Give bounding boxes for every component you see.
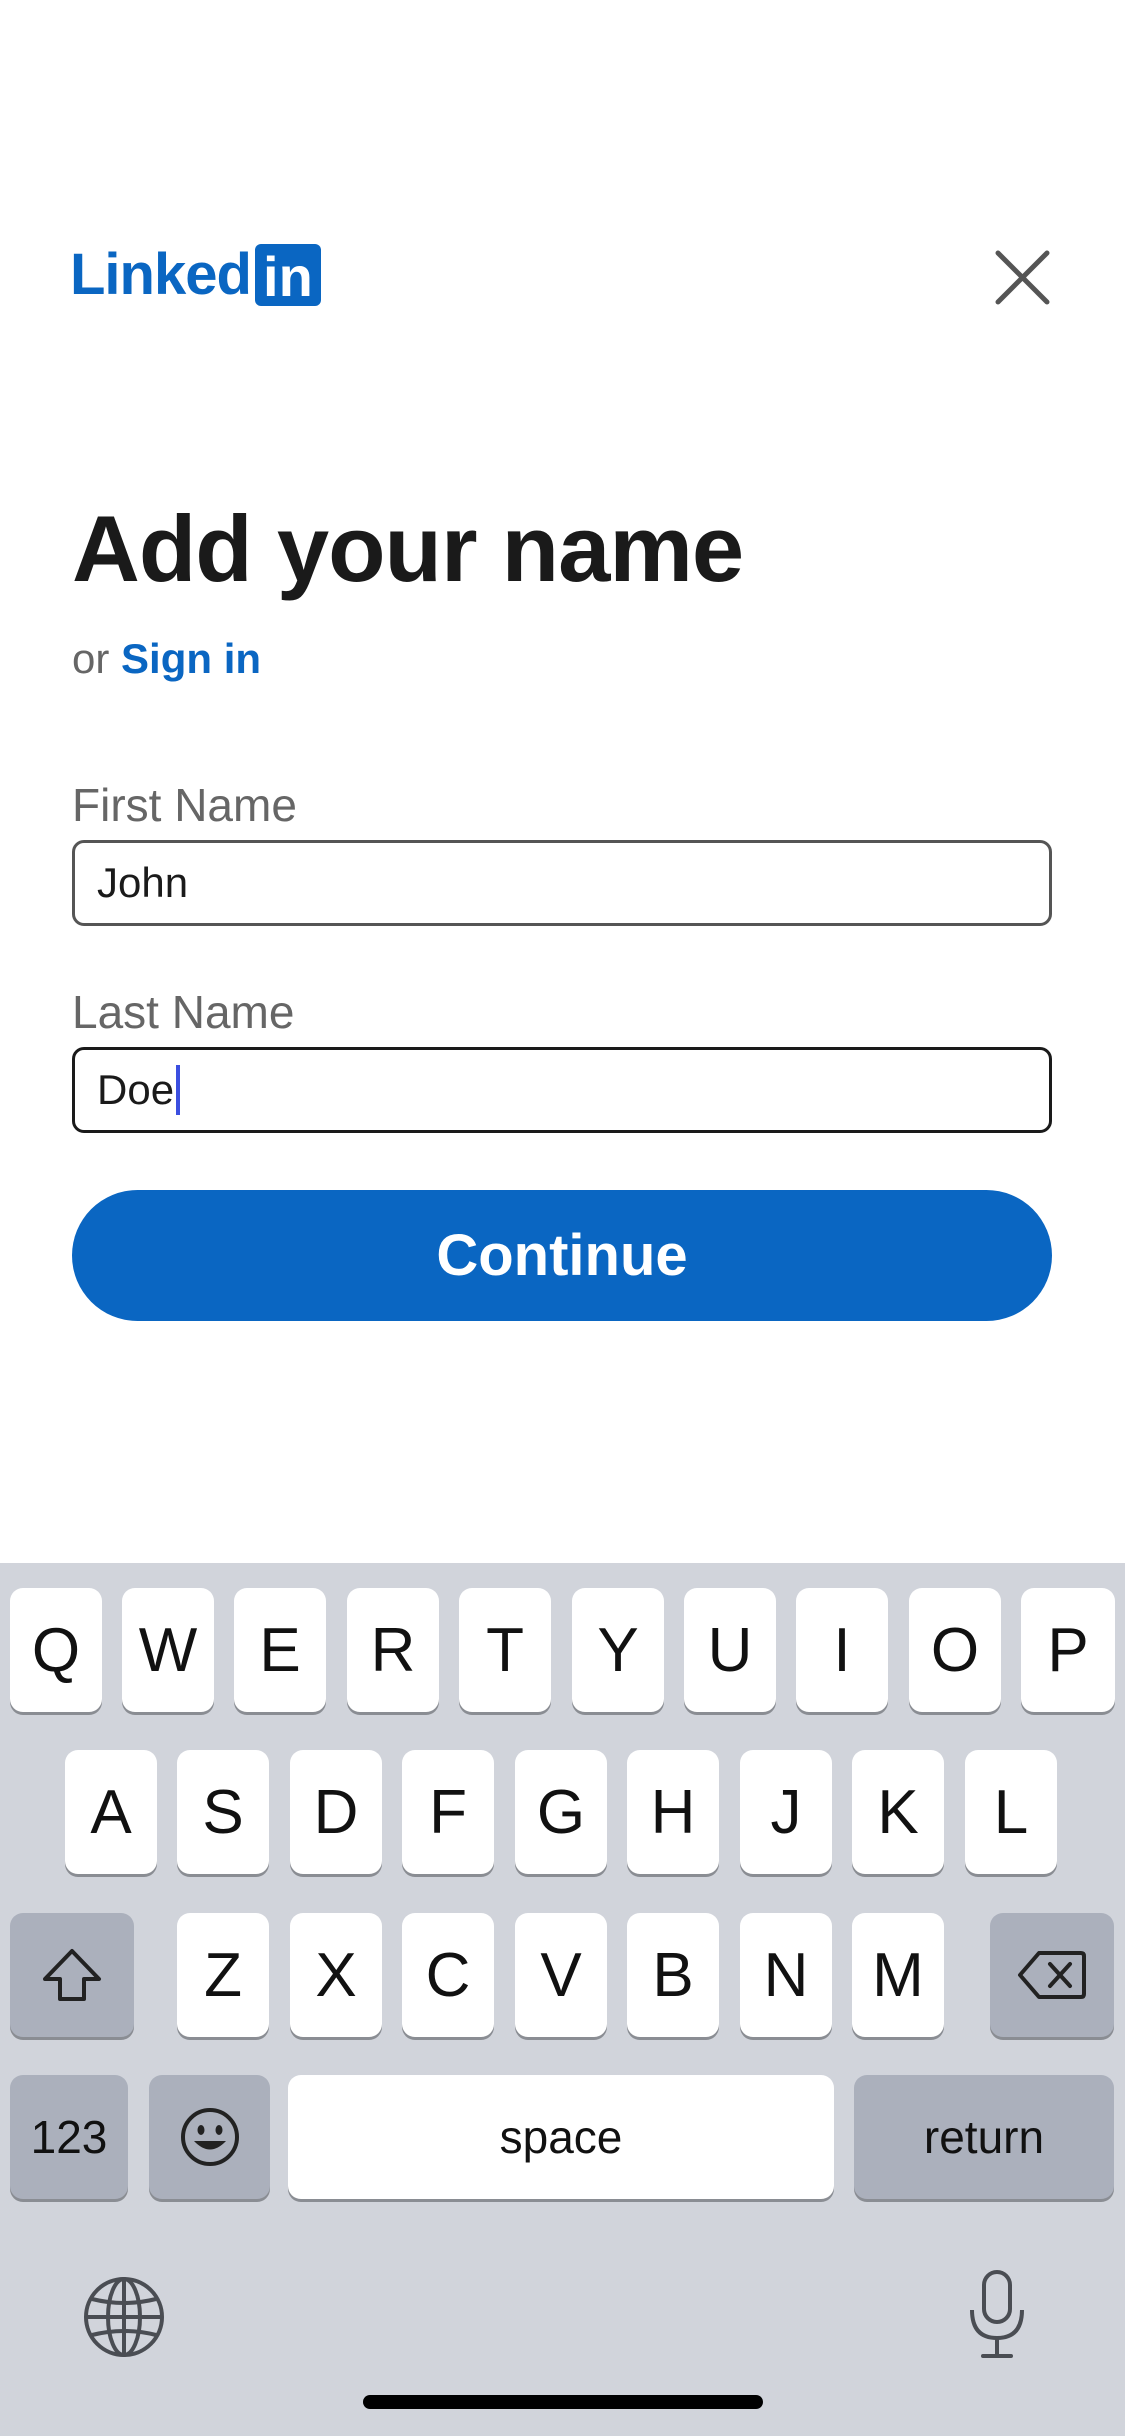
globe-icon xyxy=(84,2277,164,2357)
globe-button[interactable] xyxy=(82,2275,166,2359)
backspace-icon xyxy=(1018,1951,1086,1999)
key-r[interactable]: R xyxy=(347,1588,439,1712)
key-z[interactable]: Z xyxy=(177,1913,269,2037)
shift-icon xyxy=(43,1949,101,2001)
return-key[interactable]: return xyxy=(854,2075,1114,2199)
close-button[interactable] xyxy=(990,245,1055,310)
key-n[interactable]: N xyxy=(740,1913,832,2037)
close-icon xyxy=(995,250,1050,305)
key-y[interactable]: Y xyxy=(572,1588,664,1712)
key-e[interactable]: E xyxy=(234,1588,326,1712)
first-name-label: First Name xyxy=(72,779,297,831)
key-c[interactable]: C xyxy=(402,1913,494,2037)
shift-key[interactable] xyxy=(10,1913,134,2037)
emoji-icon xyxy=(180,2108,239,2166)
emoji-key[interactable] xyxy=(149,2075,270,2199)
key-o[interactable]: O xyxy=(909,1588,1001,1712)
key-b[interactable]: B xyxy=(627,1913,719,2037)
numbers-key[interactable]: 123 xyxy=(10,2075,128,2199)
sign-in-link[interactable]: Sign in xyxy=(121,635,261,682)
first-name-value: John xyxy=(97,859,189,906)
key-m[interactable]: M xyxy=(852,1913,944,2037)
key-j[interactable]: J xyxy=(740,1750,832,1874)
key-d[interactable]: D xyxy=(290,1750,382,1874)
or-text: or xyxy=(72,635,110,682)
key-x[interactable]: X xyxy=(290,1913,382,2037)
key-a[interactable]: A xyxy=(65,1750,157,1874)
last-name-label: Last Name xyxy=(72,986,295,1038)
keyboard: Q W E R T Y U I O P A S D F G H J K L Z … xyxy=(0,1563,1125,2436)
key-w[interactable]: W xyxy=(122,1588,214,1712)
key-f[interactable]: F xyxy=(402,1750,494,1874)
key-u[interactable]: U xyxy=(684,1588,776,1712)
key-i[interactable]: I xyxy=(796,1588,888,1712)
logo-in-box: in xyxy=(254,244,321,306)
key-q[interactable]: Q xyxy=(10,1588,102,1712)
key-v[interactable]: V xyxy=(515,1913,607,2037)
microphone-icon xyxy=(970,2270,1024,2358)
first-name-field[interactable]: John xyxy=(72,840,1052,926)
key-g[interactable]: G xyxy=(515,1750,607,1874)
key-k[interactable]: K xyxy=(852,1750,944,1874)
key-l[interactable]: L xyxy=(965,1750,1057,1874)
page-title: Add your name xyxy=(72,496,744,601)
last-name-field[interactable]: Doe xyxy=(72,1047,1052,1133)
continue-button[interactable]: Continue xyxy=(72,1190,1052,1321)
logo-wordmark: Linked xyxy=(70,242,252,307)
home-indicator xyxy=(363,2395,763,2409)
backspace-key[interactable] xyxy=(990,1913,1114,2037)
space-key[interactable]: space xyxy=(288,2075,834,2199)
key-h[interactable]: H xyxy=(627,1750,719,1874)
last-name-value: Doe xyxy=(97,1066,175,1113)
linkedin-logo: Linked in xyxy=(70,240,321,310)
microphone-button[interactable] xyxy=(965,2268,1029,2363)
key-s[interactable]: S xyxy=(177,1750,269,1874)
key-t[interactable]: T xyxy=(459,1588,551,1712)
text-caret xyxy=(176,1065,181,1115)
signin-prompt: or Sign in xyxy=(72,635,261,683)
key-p[interactable]: P xyxy=(1021,1588,1115,1712)
